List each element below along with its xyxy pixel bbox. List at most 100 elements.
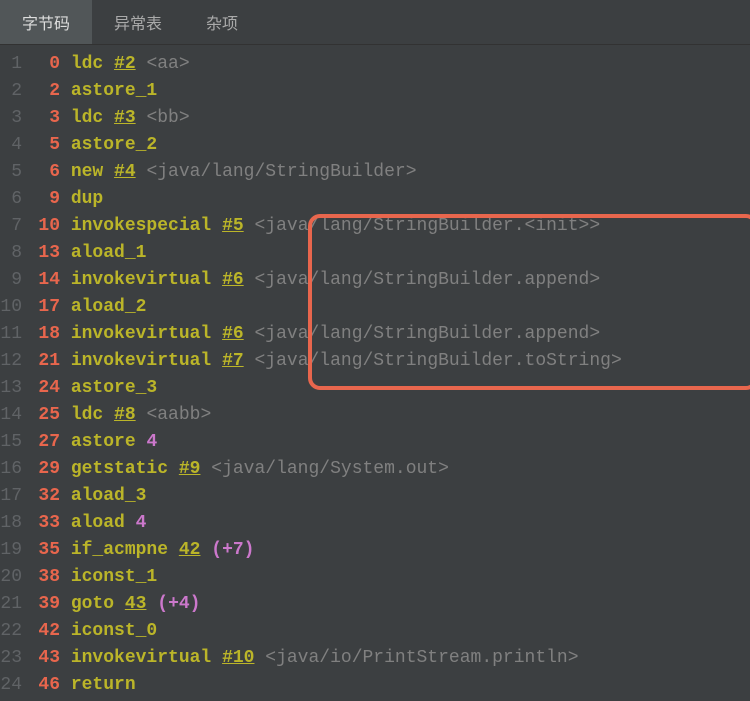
opcode: aload_2 (71, 297, 147, 317)
bytecode-line[interactable]: 13 aload_1 (28, 240, 750, 267)
constpool-ref[interactable]: #5 (222, 216, 244, 236)
offset: 3 (32, 105, 60, 132)
line-number: 9 (0, 267, 22, 294)
bytecode-line[interactable]: 29 getstatic #9 <java/lang/System.out> (28, 456, 750, 483)
bytecode-line[interactable]: 46 return (28, 672, 750, 699)
opcode: dup (71, 189, 103, 209)
line-number: 7 (0, 213, 22, 240)
line-number: 8 (0, 240, 22, 267)
offset: 25 (32, 402, 60, 429)
line-number: 1 (0, 51, 22, 78)
comment: <aabb> (146, 405, 211, 425)
line-number: 21 (0, 591, 22, 618)
offset: 38 (32, 564, 60, 591)
opcode: getstatic (71, 459, 168, 479)
offset: 33 (32, 510, 60, 537)
constpool-ref[interactable]: #6 (222, 324, 244, 344)
opcode: return (71, 675, 136, 695)
opcode: invokevirtual (71, 324, 211, 344)
offset: 0 (32, 51, 60, 78)
bytecode-line[interactable]: 42 iconst_0 (28, 618, 750, 645)
offset: 32 (32, 483, 60, 510)
bytecode-line[interactable]: 6 new #4 <java/lang/StringBuilder> (28, 159, 750, 186)
line-number: 15 (0, 429, 22, 456)
opcode: aload_3 (71, 486, 147, 506)
bytecode-line[interactable]: 32 aload_3 (28, 483, 750, 510)
comment: <java/io/PrintStream.println> (265, 648, 578, 668)
line-number: 5 (0, 159, 22, 186)
bytecode-line[interactable]: 27 astore 4 (28, 429, 750, 456)
bytecode-line[interactable]: 24 astore_3 (28, 375, 750, 402)
opcode: ldc (71, 405, 103, 425)
offset: 5 (32, 132, 60, 159)
jump-delta: (+4) (157, 594, 200, 614)
bytecode-line[interactable]: 39 goto 43 (+4) (28, 591, 750, 618)
constpool-ref[interactable]: #8 (114, 405, 136, 425)
bytecode-line[interactable]: 9 dup (28, 186, 750, 213)
comment: <java/lang/StringBuilder.<init>> (254, 216, 600, 236)
line-number: 20 (0, 564, 22, 591)
tab-exception-table[interactable]: 异常表 (92, 0, 184, 44)
constpool-ref[interactable]: #6 (222, 270, 244, 290)
offset: 2 (32, 78, 60, 105)
bytecode-viewer: 123456789101112131415161718192021222324 … (0, 45, 750, 699)
offset: 27 (32, 429, 60, 456)
constpool-ref[interactable]: #2 (114, 54, 136, 74)
opcode: invokevirtual (71, 270, 211, 290)
constpool-ref[interactable]: #10 (222, 648, 254, 668)
bytecode-line[interactable]: 18 invokevirtual #6 <java/lang/StringBui… (28, 321, 750, 348)
constpool-ref[interactable]: #7 (222, 351, 244, 371)
bytecode-line[interactable]: 35 if_acmpne 42 (+7) (28, 537, 750, 564)
comment: <bb> (146, 108, 189, 128)
tab-bytecode[interactable]: 字节码 (0, 0, 92, 44)
bytecode-line[interactable]: 43 invokevirtual #10 <java/io/PrintStrea… (28, 645, 750, 672)
offset: 42 (32, 618, 60, 645)
opcode: if_acmpne (71, 540, 168, 560)
bytecode-line[interactable]: 17 aload_2 (28, 294, 750, 321)
tab-misc[interactable]: 杂项 (184, 0, 260, 44)
constpool-ref[interactable]: #4 (114, 162, 136, 182)
opcode: goto (71, 594, 114, 614)
jump-target[interactable]: 42 (179, 540, 201, 560)
offset: 10 (32, 213, 60, 240)
comment: <java/lang/StringBuilder.append> (254, 270, 600, 290)
constpool-ref[interactable]: #3 (114, 108, 136, 128)
constpool-ref[interactable]: #9 (179, 459, 201, 479)
line-number: 17 (0, 483, 22, 510)
line-number: 13 (0, 375, 22, 402)
opcode: astore_3 (71, 378, 157, 398)
jump-delta: (+7) (211, 540, 254, 560)
opcode: invokespecial (71, 216, 211, 236)
bytecode-lines: 0 ldc #2 <aa>2 astore_13 ldc #3 <bb>5 as… (28, 51, 750, 699)
bytecode-line[interactable]: 3 ldc #3 <bb> (28, 105, 750, 132)
offset: 24 (32, 375, 60, 402)
bytecode-line[interactable]: 10 invokespecial #5 <java/lang/StringBui… (28, 213, 750, 240)
bytecode-line[interactable]: 33 aload 4 (28, 510, 750, 537)
bytecode-line[interactable]: 2 astore_1 (28, 78, 750, 105)
line-number: 4 (0, 132, 22, 159)
line-number: 16 (0, 456, 22, 483)
offset: 29 (32, 456, 60, 483)
opcode: iconst_0 (71, 621, 157, 641)
opcode: ldc (71, 54, 103, 74)
line-number: 6 (0, 186, 22, 213)
offset: 13 (32, 240, 60, 267)
line-number: 3 (0, 105, 22, 132)
comment: <java/lang/StringBuilder> (146, 162, 416, 182)
bytecode-line[interactable]: 38 iconst_1 (28, 564, 750, 591)
bytecode-line[interactable]: 0 ldc #2 <aa> (28, 51, 750, 78)
opcode: aload (71, 513, 125, 533)
line-number: 22 (0, 618, 22, 645)
bytecode-line[interactable]: 21 invokevirtual #7 <java/lang/StringBui… (28, 348, 750, 375)
offset: 43 (32, 645, 60, 672)
bytecode-line[interactable]: 14 invokevirtual #6 <java/lang/StringBui… (28, 267, 750, 294)
opcode: ldc (71, 108, 103, 128)
offset: 17 (32, 294, 60, 321)
bytecode-line[interactable]: 5 astore_2 (28, 132, 750, 159)
line-number: 12 (0, 348, 22, 375)
comment: <java/lang/System.out> (211, 459, 449, 479)
tabs-bar: 字节码 异常表 杂项 (0, 0, 750, 45)
offset: 21 (32, 348, 60, 375)
bytecode-line[interactable]: 25 ldc #8 <aabb> (28, 402, 750, 429)
jump-target[interactable]: 43 (125, 594, 147, 614)
